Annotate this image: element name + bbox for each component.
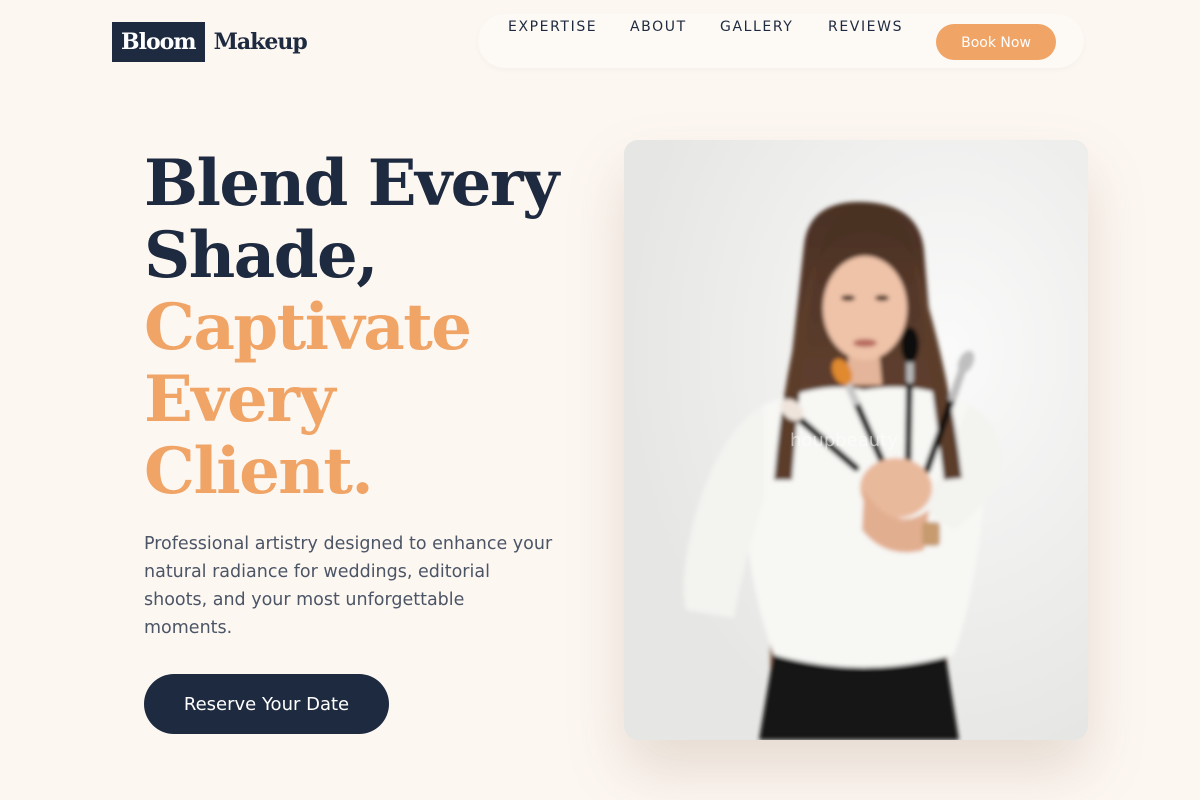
logo-text: Makeup	[213, 29, 308, 55]
page: Bloom Makeup EXPERTISE ABOUT GALLERY REV…	[0, 0, 1200, 800]
image-watermark: houpbeauty	[790, 430, 898, 451]
hero-headline: Blend Every Shade, Captivate Every Clien…	[144, 146, 559, 509]
hero-photo: houpbeauty	[624, 140, 1088, 740]
brand-logo[interactable]: Bloom Makeup	[112, 22, 308, 62]
headline-accent-line: Captivate	[144, 290, 472, 365]
hero-description: Professional artistry designed to enhanc…	[144, 534, 553, 638]
headline-line: Blend Every	[144, 146, 559, 221]
reserve-date-button[interactable]: Reserve Your Date	[144, 674, 389, 734]
nav-about[interactable]: ABOUT	[630, 19, 687, 35]
logo-box: Bloom	[112, 22, 205, 62]
nav-expertise[interactable]: EXPERTISE	[508, 19, 597, 35]
headline-accent-line: Every	[144, 362, 336, 437]
headline-accent-line: Client.	[144, 434, 374, 509]
book-now-button[interactable]: Book Now	[936, 24, 1056, 60]
nav-reviews[interactable]: REVIEWS	[828, 19, 903, 35]
headline-line: Shade,	[144, 218, 378, 293]
nav-gallery[interactable]: GALLERY	[720, 19, 793, 35]
